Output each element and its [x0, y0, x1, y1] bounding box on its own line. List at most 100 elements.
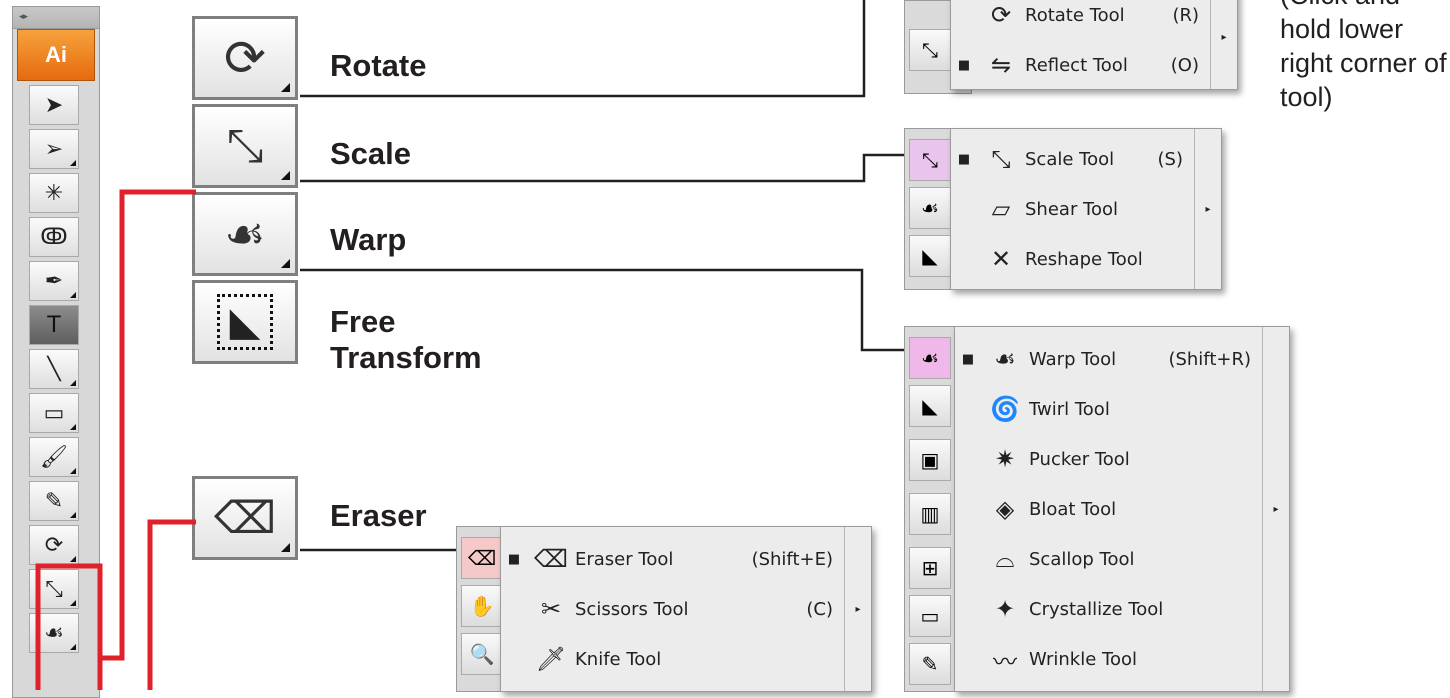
- strip-tool-icon[interactable]: ✎: [909, 643, 951, 685]
- strip-tool-icon[interactable]: ▣: [909, 439, 951, 481]
- pen-icon: ✒: [44, 268, 64, 294]
- toolbar-tool-scale[interactable]: ⤡: [29, 569, 79, 609]
- toolbar-tool-pencil[interactable]: ✎: [29, 481, 79, 521]
- menu-item-knife[interactable]: 🗡 Knife Tool: [501, 635, 843, 683]
- strip-tool-icon[interactable]: 🔍: [461, 633, 503, 675]
- flyout-indicator[interactable]: [70, 512, 76, 518]
- menu-item-label: Warp Tool: [1029, 348, 1117, 370]
- menu-item-label: Pucker Tool: [1029, 448, 1130, 470]
- tearoff-arrow-icon[interactable]: ▸: [1262, 327, 1289, 691]
- strip-tool-icon[interactable]: ▥: [909, 493, 951, 535]
- crystallize-icon: ✦: [994, 595, 1016, 623]
- menu-item-reflect[interactable]: ■ ⇋ Reflect Tool (O): [951, 41, 1209, 89]
- rotate-tool-large[interactable]: ⟳: [192, 16, 298, 100]
- flyout-indicator[interactable]: [70, 644, 76, 650]
- menu-item-crystallize[interactable]: ✦ Crystallize Tool: [955, 585, 1261, 633]
- scale-label: Scale: [330, 136, 412, 171]
- menu-item-label: Scissors Tool: [575, 598, 689, 620]
- rotate-icon: ⟳: [44, 532, 64, 558]
- menu-item-label: Scallop Tool: [1029, 548, 1135, 570]
- strip-tool-icon[interactable]: ⊞: [909, 547, 951, 589]
- toolbar-tool-rectangle[interactable]: ▭: [29, 393, 79, 433]
- eraser-label: Eraser: [330, 498, 427, 533]
- checked-indicator: ■: [957, 57, 971, 73]
- menu-item-scissors[interactable]: ✂ Scissors Tool (C): [501, 585, 843, 633]
- rotate-label: Rotate: [330, 48, 427, 83]
- eraser-tool-large[interactable]: ⌫: [192, 476, 298, 560]
- toolbar-tool-magic-wand[interactable]: ✳: [29, 173, 79, 213]
- type-icon: T: [47, 312, 61, 338]
- strip-tool-icon[interactable]: ▭: [909, 595, 951, 637]
- menu-item-bloat[interactable]: ◈ Bloat Tool: [955, 485, 1261, 533]
- red-bracket-transform: [98, 189, 196, 661]
- scale-flyout-menu: ■ ⤡ Scale Tool (S) ▱ Shear Tool ✕ Reshape Tool ▸: [950, 128, 1222, 290]
- toolbar-tool-line-segment[interactable]: ╲: [29, 349, 79, 389]
- eraser-icon: ⌫: [534, 545, 568, 573]
- twirl-icon: 🌀: [990, 395, 1020, 423]
- tearoff-arrow-icon[interactable]: ▸: [1194, 129, 1221, 289]
- toolbar-tool-lasso[interactable]: ↂ: [29, 217, 79, 257]
- panel-grip[interactable]: ◂▸: [13, 7, 99, 29]
- strip-tool-icon[interactable]: ⤡: [909, 139, 951, 181]
- menu-item-pucker[interactable]: ✷ Pucker Tool: [955, 435, 1261, 483]
- tearoff-arrow-icon[interactable]: ▸: [844, 527, 871, 691]
- strip-tool-icon[interactable]: ☙: [909, 187, 951, 229]
- menu-item-label: Bloat Tool: [1029, 498, 1117, 520]
- rotate-icon: ⟳: [224, 29, 266, 87]
- menu-item-scale[interactable]: ■ ⤡ Scale Tool (S): [951, 135, 1193, 183]
- strip-tool-icon[interactable]: ◣: [909, 235, 951, 277]
- strip-tool-icon[interactable]: ⌫: [461, 537, 503, 579]
- magic-wand-icon: ✳: [44, 180, 64, 206]
- flyout-indicator[interactable]: [70, 380, 76, 386]
- warp-tool-large[interactable]: ☙: [192, 192, 298, 276]
- shear-icon: ▱: [991, 195, 1011, 223]
- warp-icon: ☙: [224, 207, 266, 261]
- toolbar-tool-rotate[interactable]: ⟳: [29, 525, 79, 565]
- menu-item-rotate[interactable]: ⟳ Rotate Tool (R): [951, 0, 1209, 39]
- selection-arrow-icon: ➤: [44, 92, 64, 118]
- shortcut-label: (Shift+E): [751, 548, 833, 570]
- menu-item-label: Rotate Tool: [1025, 4, 1125, 26]
- strip-tool-icon[interactable]: ✋: [461, 585, 503, 627]
- menu-item-shear[interactable]: ▱ Shear Tool: [951, 185, 1193, 233]
- strip-tool-icon[interactable]: ☙: [909, 337, 951, 379]
- red-bracket-eraser: [147, 519, 196, 690]
- flyout-indicator[interactable]: [70, 600, 76, 606]
- toolbar-tool-paintbrush[interactable]: 🖌: [29, 437, 79, 477]
- shortcut-label: (S): [1157, 148, 1183, 170]
- flyout-indicator[interactable]: [70, 468, 76, 474]
- menu-item-warp[interactable]: ■ ☙ Warp Tool (Shift+R): [955, 335, 1261, 383]
- toolbar-tool-type[interactable]: T: [29, 305, 79, 345]
- menu-item-label: Twirl Tool: [1029, 398, 1110, 420]
- menu-item-scallop[interactable]: ⌓ Scallop Tool: [955, 535, 1261, 583]
- scale-tool-large[interactable]: ⤡: [192, 104, 298, 188]
- menu-item-reshape[interactable]: ✕ Reshape Tool: [951, 235, 1193, 283]
- pucker-icon: ✷: [994, 445, 1016, 473]
- menu-item-label: Scale Tool: [1025, 148, 1115, 170]
- menu-item-wrinkle[interactable]: 〰 Wrinkle Tool: [955, 635, 1261, 683]
- warp-icon: ☙: [994, 345, 1016, 373]
- menu-item-twirl[interactable]: 🌀 Twirl Tool: [955, 385, 1261, 433]
- lasso-icon: ↂ: [40, 224, 68, 250]
- toolbar-tool-pen[interactable]: ✒: [29, 261, 79, 301]
- menu-item-label: Knife Tool: [575, 648, 662, 670]
- scale-icon: ⤡: [226, 118, 264, 172]
- warp-flyout-menu: ■ ☙ Warp Tool (Shift+R) 🌀 Twirl Tool ✷ Pucker T…: [954, 326, 1290, 692]
- toolbar-tool-warp[interactable]: ☙: [29, 613, 79, 653]
- free-transform-label: Free Transform: [330, 304, 482, 376]
- menu-item-eraser[interactable]: ■ ⌫ Eraser Tool (Shift+E): [501, 535, 843, 583]
- flyout-indicator[interactable]: [70, 424, 76, 430]
- strip-tool-icon[interactable]: ◣: [909, 385, 951, 427]
- flyout-indicator[interactable]: [70, 556, 76, 562]
- flyout-indicator[interactable]: [70, 292, 76, 298]
- toolbar-tool-selection-arrow[interactable]: ➤: [29, 85, 79, 125]
- free-transform-tool-large[interactable]: ◣: [192, 280, 298, 364]
- flyout-indicator[interactable]: [70, 160, 76, 166]
- strip-tool-icon[interactable]: ⤡: [909, 29, 951, 71]
- warp-label: Warp: [330, 222, 407, 257]
- tearoff-arrow-icon[interactable]: ▸: [1210, 0, 1237, 89]
- instruction-note: (Click and hold lower right corner of to…: [1280, 0, 1447, 112]
- toolbar-tool-direct-selection[interactable]: ➢: [29, 129, 79, 169]
- menu-item-label: Reflect Tool: [1025, 54, 1128, 76]
- free-transform-label-line1: Free: [330, 304, 396, 339]
